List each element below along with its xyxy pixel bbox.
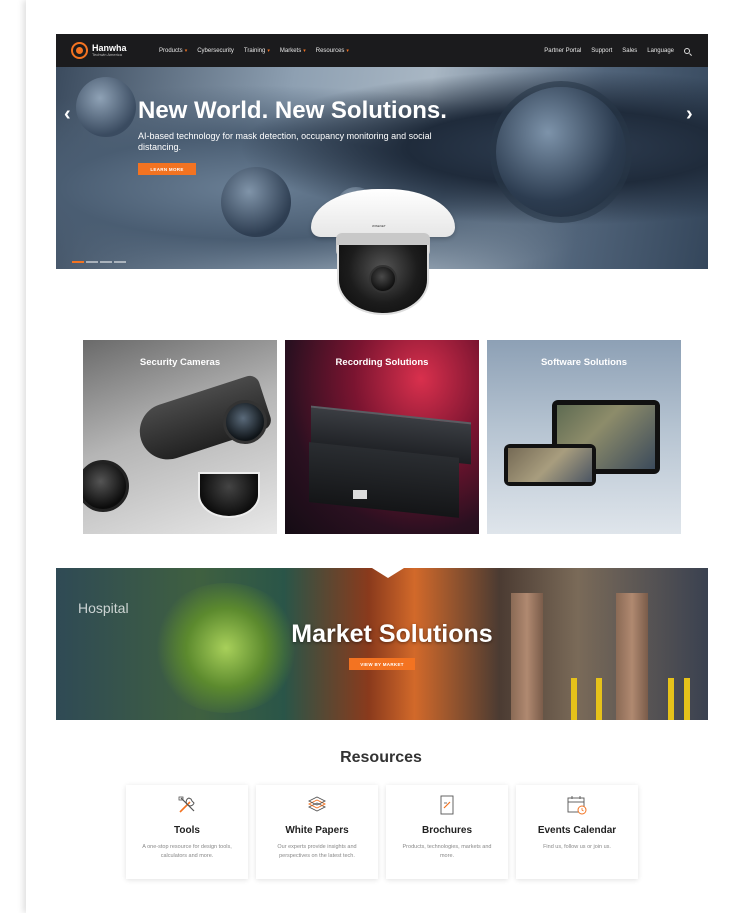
papers-icon [307,796,327,812]
resources-heading: Resources [340,749,422,766]
nav-utility-menu: Partner Portal Support Sales Language [544,47,690,54]
phone-image [504,444,596,486]
virus-graphic [496,87,626,217]
resource-card-brochures[interactable]: Brochures Products, technologies, market… [386,785,508,879]
category-label: Software Solutions [540,357,628,368]
nav-item-products[interactable]: Products ▾ [159,48,187,54]
nav-item-markets[interactable]: Markets ▾ [280,48,306,54]
category-software-solutions[interactable]: Software Solutions [487,340,681,534]
nav-item-support[interactable]: Support [591,48,612,54]
resource-title: Events Calendar [537,825,617,836]
brochure-icon [440,795,454,815]
nav-item-resources[interactable]: Resources ▾ [316,48,349,54]
nav-item-partner-portal[interactable]: Partner Portal [544,48,581,54]
resource-description: Find us, follow us or join us. [543,844,611,850]
carousel-dot[interactable] [86,261,98,263]
ptz-camera-image [83,460,129,512]
category-security-cameras[interactable]: Security Cameras [83,340,277,534]
hero-subtitle: AI-based technology for mask detection, … [138,131,432,152]
category-label: Recording Solutions [335,357,429,368]
resource-description: A one-stop resource for design tools, ca… [142,844,232,859]
resource-title: Brochures [421,825,472,836]
category-label: Security Cameras [139,357,221,368]
market-solutions-title: Market Solutions [291,620,493,648]
dome-camera-small-image [198,472,260,518]
view-by-market-button[interactable]: VIEW BY MARKET [349,658,415,670]
virus-graphic [76,77,136,137]
carousel-dot[interactable] [72,261,84,263]
dome-camera-image: WISENET [311,189,455,319]
resource-description: Products, technologies, markets and more… [402,844,492,859]
carousel-prev-icon[interactable]: ‹ [64,104,71,124]
hanwha-logo[interactable]: Hanwha Techwin America [71,42,141,59]
carousel-indicators [72,261,126,263]
nav-main-menu: Products ▾ Cybersecurity Training ▾ Market… [159,48,349,54]
search-icon[interactable] [684,47,690,54]
hospital-sign: Hospital [78,600,129,616]
carousel-next-icon[interactable]: › [686,104,693,124]
logo-mark-icon [71,42,88,59]
resource-card-events-calendar[interactable]: Events Calendar Find us, follow us or jo… [516,785,638,879]
nav-item-cybersecurity[interactable]: Cybersecurity [197,48,234,54]
market-solutions-banner: Hospital Market Solutions VIEW BY MARKET [56,568,708,720]
camera-brand-text: WISENET [372,224,386,228]
calendar-icon [567,796,587,815]
logo-subtitle: Techwin America [92,52,123,57]
resource-card-white-papers[interactable]: White Papers Our experts provide insight… [256,785,378,879]
section-notch [372,568,404,578]
carousel-dot[interactable] [114,261,126,263]
virus-graphic [221,167,291,237]
chevron-down-icon: ▾ [267,47,270,54]
nav-item-language[interactable]: Language [647,48,674,54]
hero-title: New World. New Solutions. [138,97,447,124]
chevron-down-icon: ▾ [346,47,349,54]
chevron-down-icon: ▾ [303,47,306,54]
resource-card-tools[interactable]: Tools A one-stop resource for design too… [126,785,248,879]
resource-description: Our experts provide insights and perspec… [277,844,357,859]
resource-title: White Papers [285,825,349,836]
nav-item-sales[interactable]: Sales [622,48,637,54]
category-recording-solutions[interactable]: Recording Solutions [285,340,479,534]
resource-title: Tools [174,825,200,836]
tools-icon [178,796,195,813]
carousel-dot[interactable] [100,261,112,263]
camera-lens [369,265,397,293]
chevron-down-icon: ▾ [184,47,188,54]
top-navigation: Hanwha Techwin America Products ▾ Cyberse… [56,34,708,67]
nav-item-training[interactable]: Training ▾ [244,48,270,54]
learn-more-button[interactable]: LEARN MORE [138,163,196,175]
